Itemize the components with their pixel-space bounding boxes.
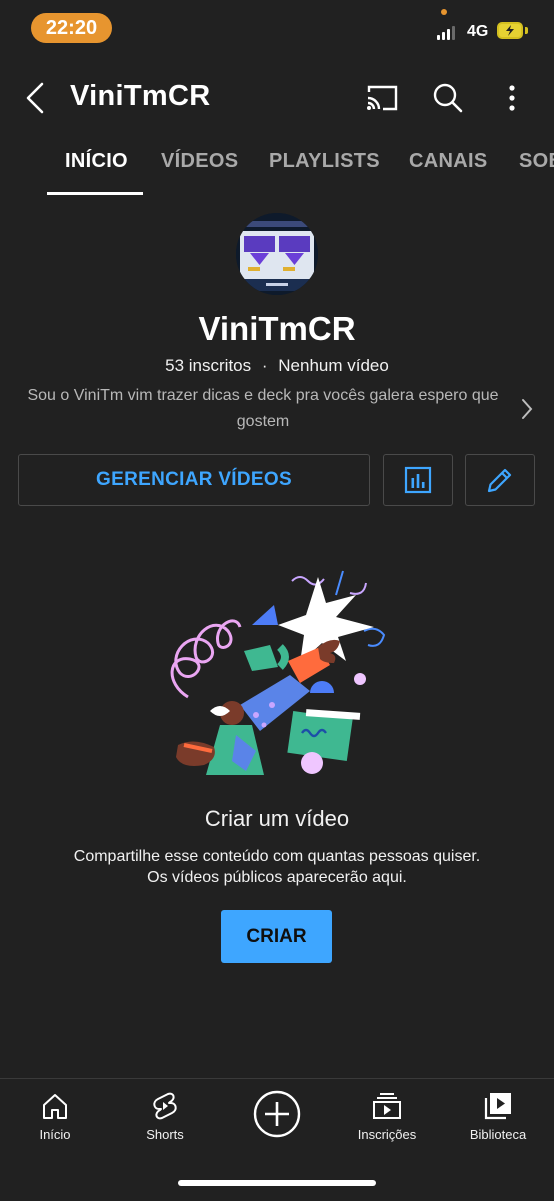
more-vert-icon xyxy=(509,85,515,111)
status-time: 22:20 xyxy=(31,13,112,43)
edit-channel-button[interactable] xyxy=(465,454,535,506)
avatar-image xyxy=(236,213,318,295)
cast-button[interactable] xyxy=(365,84,399,117)
nav-item-library[interactable]: Biblioteca xyxy=(443,1091,553,1142)
video-count: Nenhum vídeo xyxy=(278,356,389,375)
nav-label-shorts: Shorts xyxy=(146,1127,184,1142)
pencil-icon xyxy=(487,468,512,493)
privacy-indicator-dot xyxy=(441,9,447,15)
create-plus-icon xyxy=(253,1090,301,1138)
cast-icon xyxy=(367,85,398,111)
search-button[interactable] xyxy=(432,82,464,119)
active-tab-indicator xyxy=(47,192,143,195)
empty-state-line-1: Compartilhe esse conteúdo com quantas pe… xyxy=(73,848,481,865)
more-options-button[interactable] xyxy=(504,84,520,117)
channel-avatar[interactable] xyxy=(236,213,318,295)
nav-item-shorts[interactable]: Shorts xyxy=(110,1091,220,1142)
home-icon xyxy=(43,1094,67,1119)
stats-separator: · xyxy=(261,356,268,375)
channel-stats: 53 inscritos · Nenhum vídeo xyxy=(0,356,554,376)
channel-name: ViniTmCR xyxy=(198,310,356,347)
library-icon xyxy=(484,1093,511,1120)
analytics-button[interactable] xyxy=(383,454,453,506)
chevron-right-icon xyxy=(522,399,533,419)
analytics-icon xyxy=(404,466,432,494)
chevron-left-icon xyxy=(26,82,44,114)
empty-state-description: Compartilhe esse conteúdo com quantas pe… xyxy=(0,846,554,888)
search-icon xyxy=(433,83,463,113)
nav-label-library: Biblioteca xyxy=(469,1127,527,1142)
battery-cap xyxy=(525,27,528,34)
nav-label-home: Início xyxy=(39,1127,71,1142)
channel-description[interactable]: Sou o ViniTm vim trazer dicas e deck pra… xyxy=(18,383,508,435)
back-button[interactable] xyxy=(24,82,46,119)
tab-sobre[interactable]: SOB xyxy=(519,150,554,173)
home-indicator[interactable] xyxy=(178,1180,376,1186)
expand-description-button[interactable] xyxy=(520,398,534,425)
tab-canais[interactable]: CANAIS xyxy=(409,150,487,173)
network-type: 4G xyxy=(467,23,489,40)
create-video-illustration xyxy=(160,565,392,782)
empty-state-line-2: Os vídeos públicos aparecerão aqui. xyxy=(147,869,407,886)
nav-create-button[interactable] xyxy=(222,1089,332,1139)
nav-label-subscriptions: Inscrições xyxy=(357,1127,417,1142)
subscriptions-icon xyxy=(373,1093,401,1119)
empty-state-title: Criar um vídeo xyxy=(204,806,350,831)
battery-icon xyxy=(497,22,523,39)
tab-playlists[interactable]: PLAYLISTS xyxy=(269,150,380,173)
subscriber-count: 53 inscritos xyxy=(165,356,252,375)
nav-item-home[interactable]: Início xyxy=(0,1091,110,1142)
nav-item-subscriptions[interactable]: Inscrições xyxy=(332,1091,442,1142)
shorts-icon xyxy=(153,1092,177,1120)
create-button[interactable]: CRIAR xyxy=(221,910,332,963)
tab-inicio[interactable]: INÍCIO xyxy=(65,150,128,173)
channel-tabs: INÍCIO VÍDEOS PLAYLISTS CANAIS SOB xyxy=(0,140,554,196)
manage-videos-button[interactable]: GERENCIAR VÍDEOS xyxy=(18,454,370,506)
tab-videos[interactable]: VÍDEOS xyxy=(161,150,238,173)
cellular-signal-icon xyxy=(437,24,455,40)
page-title: ViniTmCR xyxy=(70,80,211,112)
